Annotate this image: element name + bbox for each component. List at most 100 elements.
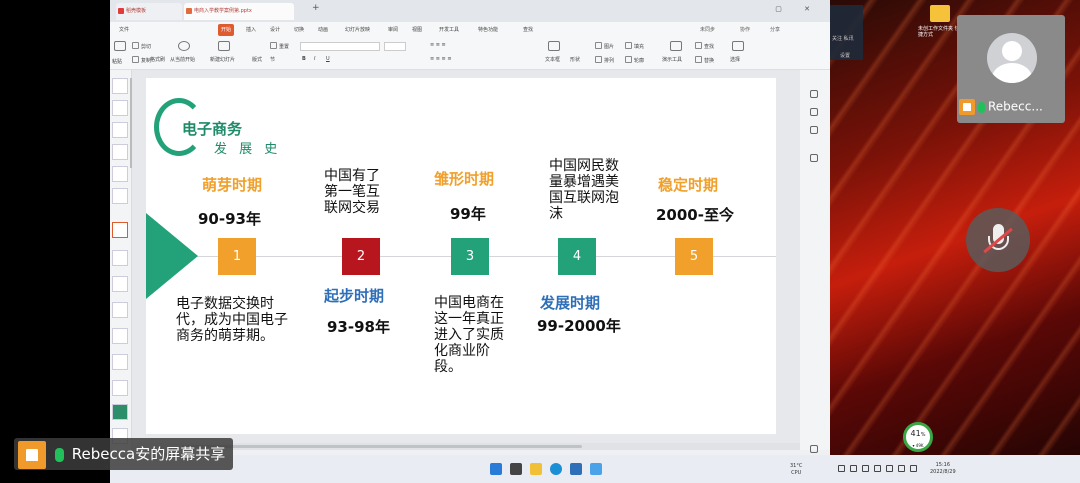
design-icon[interactable]: [810, 108, 818, 116]
slide-thumbnail[interactable]: [112, 78, 128, 94]
menu-special[interactable]: 特色功能: [475, 24, 501, 36]
menu-slideshow[interactable]: 幻灯片放映: [342, 24, 373, 36]
taskbar-tray: 15:16 2022/8/29: [830, 455, 1080, 483]
tab-presentation[interactable]: 电商入学教学案例第.pptx: [184, 3, 294, 20]
menu-insert[interactable]: 插入: [243, 24, 259, 36]
settings-icon[interactable]: [810, 154, 818, 162]
new-slide-icon[interactable]: [218, 41, 230, 51]
textbox-label[interactable]: 文本框: [545, 56, 560, 63]
select-icon[interactable]: [732, 41, 744, 51]
tray-icons[interactable]: [838, 465, 922, 472]
wifi-icon: [886, 465, 893, 472]
up-arrow-icon: [838, 465, 845, 472]
onedrive-icon: [862, 465, 869, 472]
screen: 关注 私讯 设置 未创工作文件夹 快捷方式 Rebecc... 稻壳模板 电商入…: [0, 0, 1080, 483]
slide-thumbnail[interactable]: [112, 404, 128, 420]
replace-button[interactable]: 替换: [695, 56, 714, 64]
presentation-tools-label[interactable]: 演示工具: [662, 56, 682, 63]
notification-panel[interactable]: 关注 私讯 设置: [828, 5, 863, 60]
slide-thumbnail[interactable]: [112, 122, 128, 138]
edge-icon[interactable]: [550, 463, 562, 475]
play-from-current-label[interactable]: 从当前开始: [170, 56, 195, 63]
slide-canvas[interactable]: 电子商务 发 展 史 1 萌芽时期 90-93年 电子数据交换时代，成为中国电子…: [146, 78, 776, 434]
layout-button[interactable]: 版式: [252, 56, 262, 63]
underline-button[interactable]: U: [326, 56, 330, 62]
network-speed-widget[interactable]: 41% ▾ 49K: [903, 422, 933, 452]
new-tab-button[interactable]: +: [312, 3, 320, 13]
align-left-icon[interactable]: ≡ ≡ ≡: [430, 42, 446, 48]
paste-label[interactable]: 粘贴: [112, 58, 122, 65]
window-controls[interactable]: ▢ ✕: [775, 5, 820, 13]
menu-animation[interactable]: 动画: [315, 24, 331, 36]
paste-icon[interactable]: [114, 41, 126, 51]
picture-button[interactable]: 图片: [595, 42, 614, 50]
property-icon[interactable]: [810, 90, 818, 98]
slide-thumbnail[interactable]: [112, 188, 128, 204]
presentation-tools-icon[interactable]: [670, 41, 682, 51]
stage-4-desc: 中国网民数量暴增遇美国互联网泡沫: [549, 158, 619, 222]
arrange-button[interactable]: 排列: [595, 56, 614, 64]
share-label-text: Rebecca安的屏幕共享: [71, 445, 226, 463]
share-button[interactable]: 分享: [770, 24, 780, 36]
textbox-icon[interactable]: [548, 41, 560, 51]
tab-docer-label: 稻壳模板: [126, 8, 147, 14]
find-button[interactable]: 查找: [695, 42, 714, 50]
slide-thumbnail[interactable]: [112, 302, 128, 318]
sync-status[interactable]: 未同步: [700, 24, 715, 36]
collab-button[interactable]: 协作: [740, 24, 750, 36]
stage-2-desc: 中国有了第一笔互联网交易: [324, 168, 380, 216]
menu-search[interactable]: 查找: [520, 24, 536, 36]
file-explorer-icon[interactable]: [530, 463, 542, 475]
speed-value: 41: [910, 429, 921, 438]
menu-view[interactable]: 视图: [409, 24, 425, 36]
cut-button[interactable]: 剪切: [132, 42, 151, 50]
outline-button[interactable]: 轮廓: [625, 56, 644, 64]
slide-thumbnail-selected[interactable]: [112, 222, 128, 238]
slide-subtitle: 发 展 史: [214, 142, 282, 157]
bold-button[interactable]: B: [302, 56, 306, 62]
participant-video-card[interactable]: Rebecc...: [957, 15, 1065, 123]
clock[interactable]: 15:16 2022/8/29: [930, 462, 956, 476]
menu-developer[interactable]: 开发工具: [436, 24, 462, 36]
stage-2-phase: 起步时期: [324, 287, 385, 305]
host-icon: [18, 440, 46, 469]
slide-thumbnail[interactable]: [112, 166, 128, 182]
new-slide-label[interactable]: 新建幻灯片: [210, 56, 235, 63]
format-painter-button[interactable]: 格式刷: [150, 56, 165, 63]
slide-thumbnail[interactable]: [112, 250, 128, 266]
menu-design[interactable]: 设计: [267, 24, 283, 36]
shape-button[interactable]: 形状: [570, 56, 580, 63]
folder-icon[interactable]: [930, 5, 950, 22]
font-size-select[interactable]: [384, 42, 406, 51]
mic-active-icon: [55, 447, 64, 462]
grid-icon[interactable]: [810, 445, 818, 453]
mute-microphone-button[interactable]: [966, 208, 1030, 272]
copy-button[interactable]: 复制: [132, 56, 151, 64]
tab-docer[interactable]: 稻壳模板: [116, 3, 182, 20]
play-from-current-icon[interactable]: [178, 41, 190, 51]
select-label[interactable]: 选择: [730, 56, 740, 63]
slide-thumbnail[interactable]: [112, 328, 128, 344]
stage-4-years: 99-2000年: [537, 317, 621, 335]
start-icon[interactable]: [490, 463, 502, 475]
animation-icon[interactable]: [810, 126, 818, 134]
menu-home[interactable]: 开始: [218, 24, 235, 36]
reset-button[interactable]: 重置: [270, 42, 289, 50]
fill-button[interactable]: 填充: [625, 42, 644, 50]
task-view-icon[interactable]: [510, 463, 522, 475]
ribbon-toolbar: 粘贴 剪切 复制 格式刷 从当前开始 新建幻灯片 版式 重置 节 B I U ≡…: [110, 38, 830, 70]
menu-transition[interactable]: 切换: [291, 24, 307, 36]
slide-thumbnail[interactable]: [112, 354, 128, 370]
store-icon[interactable]: [590, 463, 602, 475]
slide-thumbnail[interactable]: [112, 144, 128, 160]
menu-file[interactable]: 文件: [116, 24, 132, 36]
italic-button[interactable]: I: [314, 56, 315, 62]
slide-thumbnail[interactable]: [112, 276, 128, 292]
slide-thumbnail[interactable]: [112, 380, 128, 396]
menu-review[interactable]: 审阅: [385, 24, 401, 36]
slide-thumbnail[interactable]: [112, 100, 128, 116]
font-name-select[interactable]: [300, 42, 380, 51]
section-button[interactable]: 节: [270, 56, 275, 63]
meeting-app-icon[interactable]: [570, 463, 582, 475]
paragraph-icon[interactable]: ≡ ≡ ≡ ≡: [430, 56, 452, 62]
